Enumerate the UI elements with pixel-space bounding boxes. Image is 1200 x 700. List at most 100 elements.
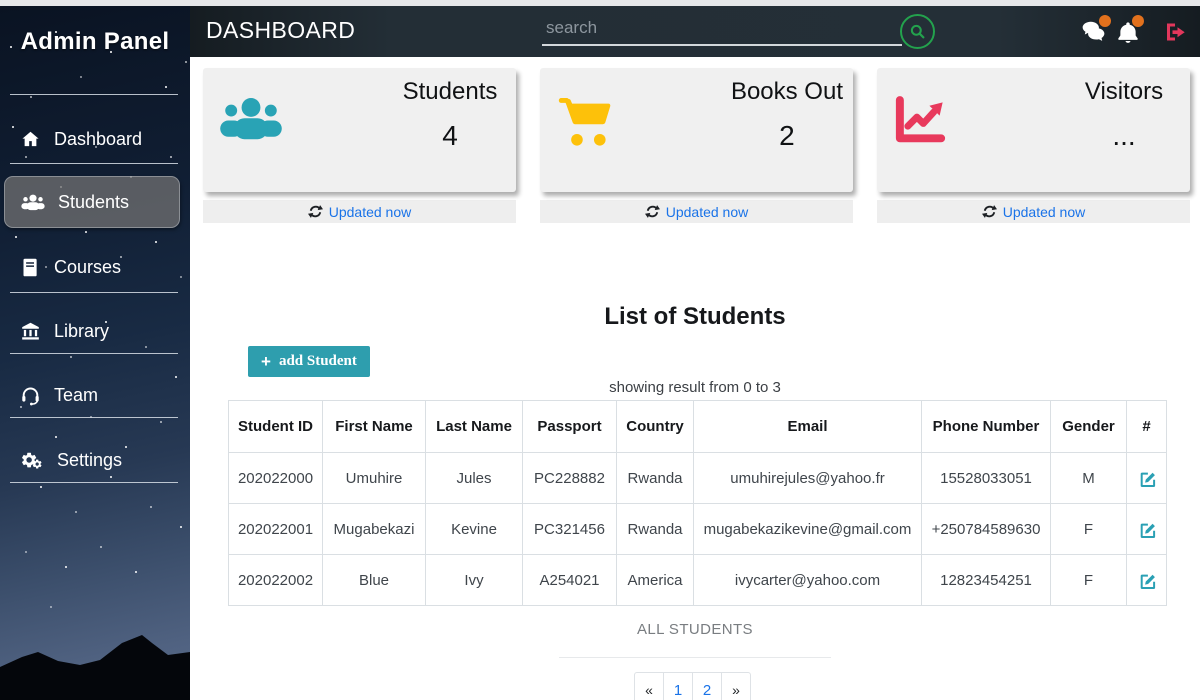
sidebar-item-label: Dashboard [54,129,142,150]
window-edge-strip [0,0,1200,6]
card-title: Students [394,78,506,106]
table-row: 202022000 Umuhire Jules PC228882 Rwanda … [229,453,1167,504]
cell-student-id: 202022002 [229,555,323,606]
cell-actions [1127,555,1167,606]
cell-passport: PC321456 [523,504,617,555]
column-header: # [1127,401,1167,453]
card-updated-link[interactable]: Updated now [540,200,853,223]
topbar-icons [1080,6,1188,57]
column-header: Student ID [229,401,323,453]
column-header: Email [694,401,922,453]
sidebar-divider [10,417,178,418]
starfield-decoration [0,6,2,8]
messages-button[interactable] [1080,19,1107,44]
notifications-button[interactable] [1116,19,1140,45]
notification-badge [1099,15,1111,27]
sidebar-item-courses[interactable]: Courses [4,245,180,289]
main-content: Students 4 Updated now Books Out 2 [190,57,1200,700]
sidebar-divider [10,292,178,293]
pagination-page-1[interactable]: 1 [663,672,693,700]
library-icon [20,321,41,342]
card-updated-link[interactable]: Updated now [203,200,516,223]
sidebar-item-dashboard[interactable]: Dashboard [4,117,180,161]
cell-gender: F [1051,555,1127,606]
card-value: 2 [731,120,843,152]
cell-phone: 15528033051 [922,453,1051,504]
sidebar: Admin Panel Dashboard Students Courses L… [0,6,190,700]
cell-first-name: Blue [323,555,426,606]
column-header: Passport [523,401,617,453]
all-students-label: ALL STUDENTS [190,621,1200,638]
home-icon [20,129,41,150]
column-header: Last Name [426,401,523,453]
refresh-icon [308,204,323,219]
cell-actions [1127,453,1167,504]
sidebar-divider [10,163,178,164]
section-heading: List of Students [190,303,1200,331]
users-icon [21,192,45,213]
cell-actions [1127,504,1167,555]
cell-email: mugabekazikevine@gmail.com [694,504,922,555]
sidebar-item-label: Team [54,385,98,406]
search-field-wrap [542,16,902,46]
sidebar-item-team[interactable]: Team [4,373,180,417]
showing-results-text: showing result from 0 to 3 [190,379,1200,396]
app-title: Admin Panel [0,28,190,56]
search-icon [908,22,927,41]
table-row: 202022001 Mugabekazi Kevine PC321456 Rwa… [229,504,1167,555]
add-student-button[interactable]: + add Student [248,346,370,377]
cell-country: Rwanda [617,504,694,555]
cell-first-name: Umuhire [323,453,426,504]
book-icon [20,257,41,278]
pagination: « 1 2 » [634,672,751,700]
topbar: DASHBOARD [190,6,1200,57]
cell-country: Rwanda [617,453,694,504]
card-value: ... [1068,120,1180,152]
refresh-icon [982,204,997,219]
sidebar-item-label: Students [58,192,129,213]
cart-icon [556,94,614,147]
cell-email: ivycarter@yahoo.com [694,555,922,606]
card-title: Visitors [1068,78,1180,106]
sidebar-item-label: Courses [54,257,121,278]
pagination-page-2[interactable]: 2 [692,672,722,700]
cell-student-id: 202022001 [229,504,323,555]
edit-icon[interactable] [1138,520,1156,538]
sidebar-divider [10,353,178,354]
cell-country: America [617,555,694,606]
search-input[interactable] [542,16,902,46]
cell-phone: +250784589630 [922,504,1051,555]
notification-badge [1132,15,1144,27]
card-updated-link[interactable]: Updated now [877,200,1190,223]
table-row: 202022002 Blue Ivy A254021 America ivyca… [229,555,1167,606]
cell-passport: A254021 [523,555,617,606]
headset-icon [20,385,41,406]
users-icon [219,94,283,144]
table-header-row: Student ID First Name Last Name Passport… [229,401,1167,453]
pagination-next[interactable]: » [721,672,751,700]
column-header: Country [617,401,694,453]
sidebar-item-students[interactable]: Students [4,176,180,228]
app-root: Admin Panel Dashboard Students Courses L… [0,0,1200,700]
sidebar-item-library[interactable]: Library [4,309,180,353]
edit-icon[interactable] [1138,469,1156,487]
stat-card-students: Students 4 Updated now [203,68,516,223]
page-title: DASHBOARD [206,6,355,55]
sidebar-divider [10,94,178,95]
cell-passport: PC228882 [523,453,617,504]
cell-last-name: Kevine [426,504,523,555]
logout-button[interactable] [1162,20,1188,44]
plus-icon: + [261,352,271,372]
stat-card-visitors: Visitors ... Updated now [877,68,1190,223]
edit-icon[interactable] [1138,571,1156,589]
footer-divider [559,657,831,658]
sign-out-icon [1162,20,1188,44]
sidebar-item-settings[interactable]: Settings [4,438,180,482]
chart-line-icon [893,94,948,147]
cell-first-name: Mugabekazi [323,504,426,555]
pagination-prev[interactable]: « [634,672,664,700]
column-header: First Name [323,401,426,453]
stat-card-books-out: Books Out 2 Updated now [540,68,853,223]
search-button[interactable] [900,14,935,49]
mountain-silhouette [0,605,190,700]
